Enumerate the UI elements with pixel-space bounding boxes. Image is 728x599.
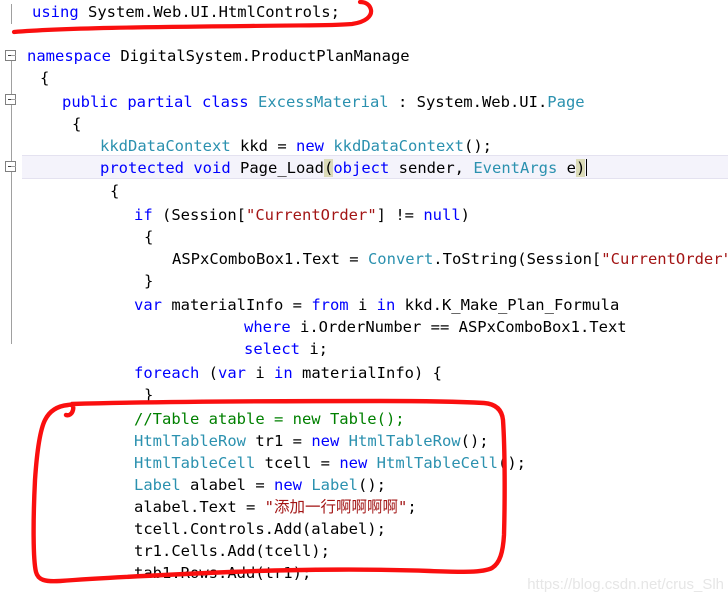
code-line[interactable]: select i; <box>244 337 328 361</box>
code-line[interactable]: { <box>72 112 81 136</box>
code-line[interactable]: foreach (var i in materialInfo) { <box>134 361 442 385</box>
code-line[interactable]: tcell.Controls.Add(alabel); <box>134 517 386 541</box>
code-line[interactable]: //Table atable = new Table(); <box>134 407 405 431</box>
code-line[interactable]: ASPxComboBox1.Text = Convert.ToString(Se… <box>172 247 728 271</box>
csdn-watermark: https://blog.csdn.net/crus_Slh <box>527 576 724 593</box>
code-line[interactable]: tr1.Cells.Add(tcell); <box>134 539 330 563</box>
code-line[interactable]: { <box>144 225 153 249</box>
code-line[interactable]: HtmlTableCell tcell = new HtmlTableCell(… <box>134 451 526 475</box>
code-line[interactable]: if (Session["CurrentOrder"] != null) <box>134 203 470 227</box>
code-line[interactable]: alabel.Text = "添加一行啊啊啊啊"; <box>134 495 417 519</box>
code-line[interactable]: var materialInfo = from i in kkd.K_Make_… <box>134 293 619 317</box>
editor-gutter[interactable] <box>0 0 22 599</box>
code-line[interactable]: public partial class ExcessMaterial : Sy… <box>62 90 585 114</box>
code-line[interactable]: } <box>144 269 153 293</box>
code-line[interactable]: HtmlTableRow tr1 = new HtmlTableRow(); <box>134 429 489 453</box>
fold-tick <box>11 55 16 56</box>
fold-guide-line <box>11 192 12 344</box>
code-line[interactable]: using System.Web.UI.HtmlControls; <box>32 0 340 24</box>
code-line-current[interactable]: protected void Page_Load(object sender, … <box>100 156 588 180</box>
fold-tick <box>11 166 16 167</box>
code-line[interactable]: { <box>40 66 49 90</box>
code-line[interactable]: { <box>110 179 119 203</box>
fold-tick <box>11 99 16 100</box>
code-line[interactable]: where i.OrderNumber == ASPxComboBox1.Tex… <box>244 315 627 339</box>
code-line[interactable]: Label alabel = new Label(); <box>134 473 386 497</box>
code-line[interactable]: namespace DigitalSystem.ProductPlanManag… <box>27 44 410 68</box>
fold-guide-line <box>11 4 12 24</box>
text-caret <box>586 159 588 176</box>
code-line[interactable]: kkdDataContext kkd = new kkdDataContext(… <box>100 134 492 158</box>
code-line[interactable]: } <box>144 383 153 407</box>
code-editor-window[interactable]: using System.Web.UI.HtmlControls; namesp… <box>0 0 728 599</box>
code-line[interactable]: tab1.Rows.Add(tr1); <box>134 561 311 585</box>
code-surface[interactable]: using System.Web.UI.HtmlControls; namesp… <box>22 0 728 599</box>
